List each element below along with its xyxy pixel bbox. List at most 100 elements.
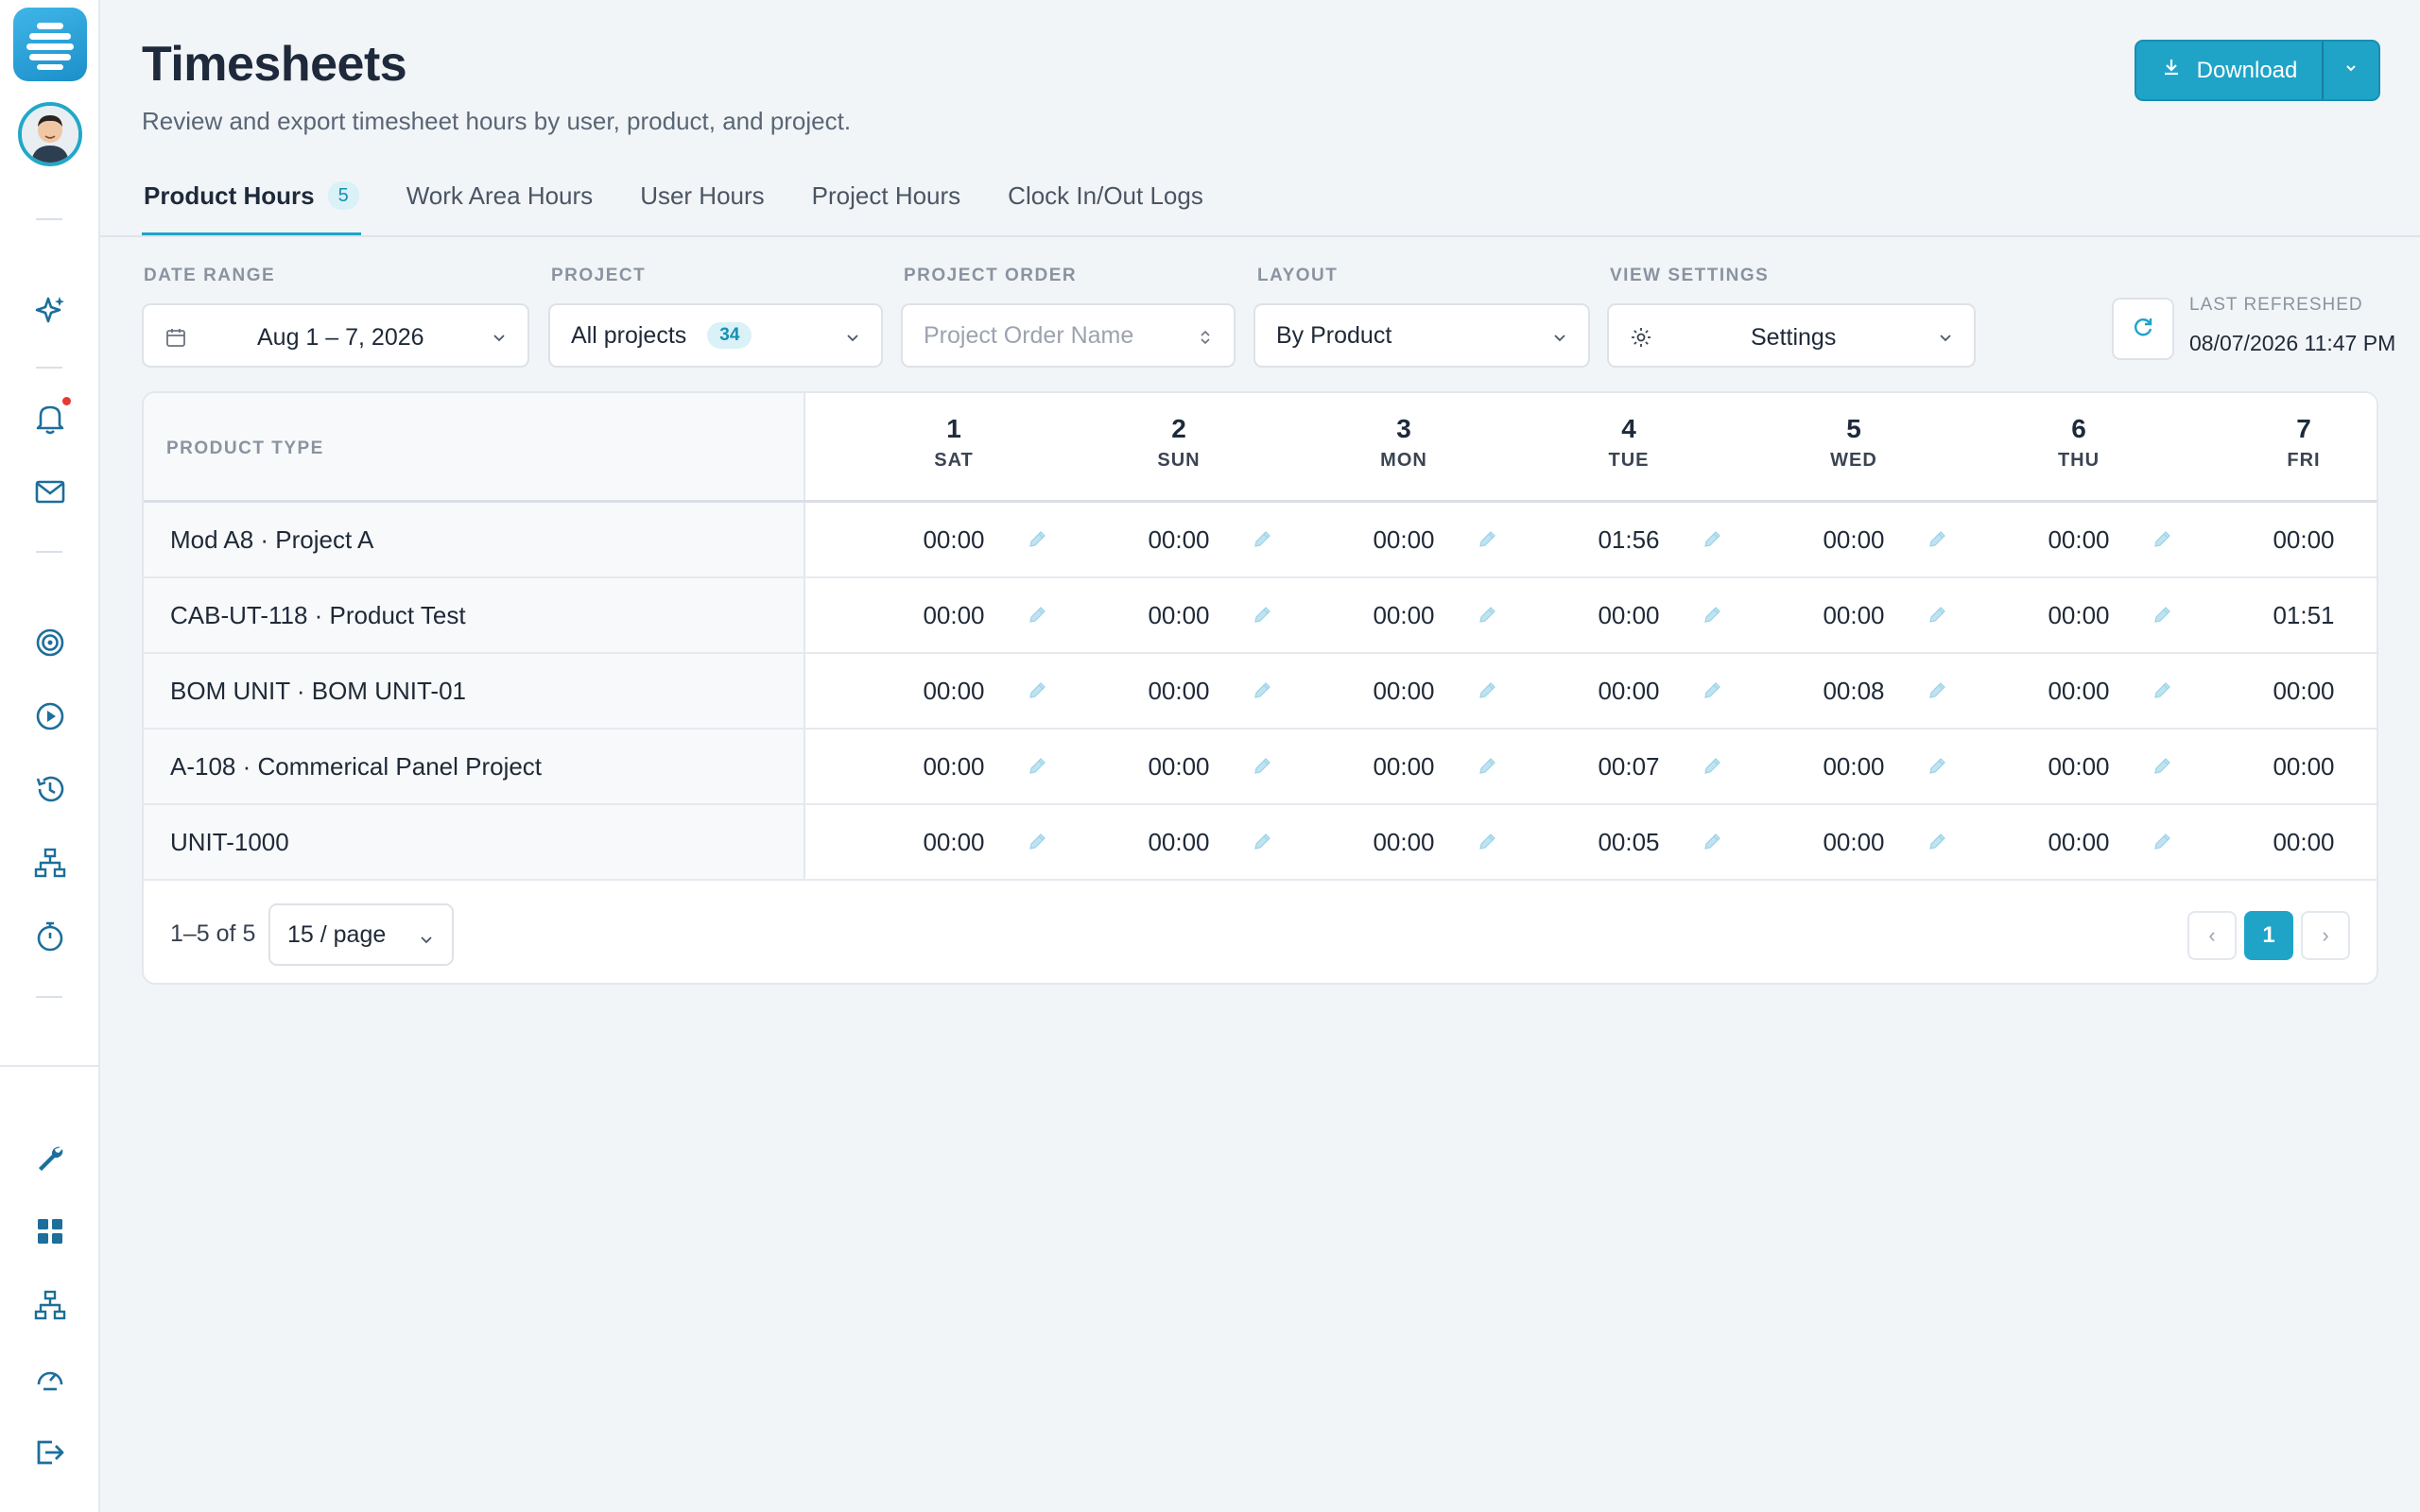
pencil-icon[interactable] — [1925, 830, 1951, 856]
sparkle-icon[interactable] — [31, 291, 69, 329]
pencil-icon[interactable] — [2375, 603, 2377, 629]
pencil-icon[interactable] — [2375, 754, 2377, 781]
pencil-icon[interactable] — [1700, 603, 1726, 629]
download-options-button[interactable] — [2324, 42, 2378, 99]
pencil-icon[interactable] — [1025, 603, 1051, 629]
pencil-icon[interactable] — [1925, 527, 1951, 554]
tab-label: Product Hours — [144, 181, 315, 210]
layout-label: LAYOUT — [1257, 266, 1339, 285]
app-logo-icon[interactable] — [13, 8, 87, 81]
product-type-cell: CAB-UT-118 · Product Test — [144, 578, 805, 652]
download-button[interactable]: Download — [2136, 42, 2322, 99]
sitemap-icon[interactable] — [31, 844, 69, 882]
pencil-icon[interactable] — [1475, 754, 1501, 781]
pencil-icon[interactable] — [2150, 830, 2176, 856]
hours-cell: 00:00 — [841, 730, 1066, 803]
pencil-icon[interactable] — [2150, 679, 2176, 705]
tab-label: Work Area Hours — [406, 181, 594, 210]
pencil-icon[interactable] — [1250, 679, 1276, 705]
hours-cell: 00:00 — [841, 503, 1066, 576]
pencil-icon[interactable] — [1475, 527, 1501, 554]
product-type-header-label: PRODUCT TYPE — [166, 438, 324, 458]
logout-icon[interactable] — [31, 1434, 69, 1471]
hours-cell: 00:00 — [1741, 503, 1966, 576]
pencil-icon[interactable] — [1925, 603, 1951, 629]
layout-value: By Product — [1276, 321, 1392, 349]
refresh-button[interactable] — [2112, 298, 2174, 360]
date-range-picker[interactable]: Aug 1 – 7, 2026 — [142, 303, 529, 368]
hours-cell: 00:00 — [1291, 578, 1516, 652]
play-icon[interactable] — [31, 697, 69, 735]
pencil-icon[interactable] — [2150, 527, 2176, 554]
stopwatch-icon[interactable] — [31, 918, 69, 955]
project-order-input[interactable]: Project Order Name — [901, 303, 1236, 368]
layout-select[interactable]: By Product — [1253, 303, 1590, 368]
hours-cell: 00:00 — [2191, 730, 2377, 803]
refresh-icon — [2130, 314, 2156, 345]
hours-cell: 00:00 — [1291, 730, 1516, 803]
pencil-icon[interactable] — [1025, 830, 1051, 856]
day-number: 5 — [1846, 414, 1861, 443]
pencil-icon[interactable] — [2375, 830, 2377, 856]
chevron-down-icon — [1936, 326, 1955, 353]
pencil-icon[interactable] — [1025, 679, 1051, 705]
pencil-icon[interactable] — [1700, 679, 1726, 705]
pencil-icon[interactable] — [2150, 603, 2176, 629]
tab-product-hours[interactable]: Product Hours 5 — [142, 180, 361, 236]
network-icon[interactable] — [31, 1286, 69, 1324]
hours-cell: 00:00 — [2191, 654, 2377, 728]
pencil-icon[interactable] — [2375, 679, 2377, 705]
view-settings-select[interactable]: Settings — [1607, 303, 1976, 368]
gauge-icon[interactable] — [31, 1360, 69, 1398]
pencil-icon[interactable] — [2150, 754, 2176, 781]
tab-label: User Hours — [640, 181, 765, 210]
project-select[interactable]: All projects 34 — [548, 303, 883, 368]
day-number: 6 — [2071, 414, 2086, 443]
table-row: BOM UNIT · BOM UNIT-01 00:00 00:00 00:00 00:… — [144, 654, 2377, 730]
page-size-select[interactable]: 15 / page — [268, 903, 454, 966]
pencil-icon[interactable] — [1475, 603, 1501, 629]
prev-page-button[interactable]: ‹ — [2187, 911, 2237, 960]
sidebar-separator — [36, 218, 62, 220]
tab-label: Clock In/Out Logs — [1008, 181, 1203, 210]
day-number: 7 — [2296, 414, 2311, 443]
pencil-icon[interactable] — [1475, 830, 1501, 856]
chevron-down-icon — [2342, 60, 2360, 81]
pencil-icon[interactable] — [1925, 679, 1951, 705]
pencil-icon[interactable] — [1700, 754, 1726, 781]
pencil-icon[interactable] — [1025, 527, 1051, 554]
chevron-down-icon — [843, 326, 862, 353]
table-row: A-108 · Commerical Panel Project 00:00 00:… — [144, 730, 2377, 805]
pencil-icon[interactable] — [1700, 830, 1726, 856]
pencil-icon[interactable] — [1925, 754, 1951, 781]
pencil-icon[interactable] — [1475, 679, 1501, 705]
pencil-icon[interactable] — [1025, 754, 1051, 781]
pencil-icon[interactable] — [2375, 527, 2377, 554]
hours-value: 00:00 — [2273, 828, 2335, 856]
day-name: THU — [2057, 450, 2100, 471]
avatar[interactable] — [18, 102, 82, 166]
page-1-button[interactable]: 1 — [2244, 911, 2293, 960]
sort-icon — [1196, 326, 1215, 353]
project-order-label: PROJECT ORDER — [904, 266, 1078, 285]
project-value: All projects — [571, 321, 687, 349]
pencil-icon[interactable] — [1250, 830, 1276, 856]
sidebar-divider — [0, 1065, 100, 1067]
pencil-icon[interactable] — [1250, 754, 1276, 781]
tab-bar: Product Hours 5 Work Area Hours User Hou… — [142, 180, 1249, 236]
pencil-icon[interactable] — [1250, 603, 1276, 629]
history-icon[interactable] — [31, 770, 69, 808]
hours-value: 00:00 — [2273, 525, 2335, 554]
grid-icon[interactable] — [31, 1212, 69, 1250]
tab-project-hours[interactable]: Project Hours — [810, 180, 963, 236]
tab-clock-logs[interactable]: Clock In/Out Logs — [1006, 180, 1205, 236]
tab-work-area-hours[interactable]: Work Area Hours — [405, 180, 595, 236]
next-page-button[interactable]: › — [2301, 911, 2350, 960]
day-column-header: 1 SAT — [841, 393, 1066, 500]
pencil-icon[interactable] — [1250, 527, 1276, 554]
target-icon[interactable] — [31, 624, 69, 662]
wrench-icon[interactable] — [31, 1139, 69, 1177]
pencil-icon[interactable] — [1700, 527, 1726, 554]
tab-user-hours[interactable]: User Hours — [638, 180, 766, 236]
mail-icon[interactable] — [31, 472, 69, 510]
